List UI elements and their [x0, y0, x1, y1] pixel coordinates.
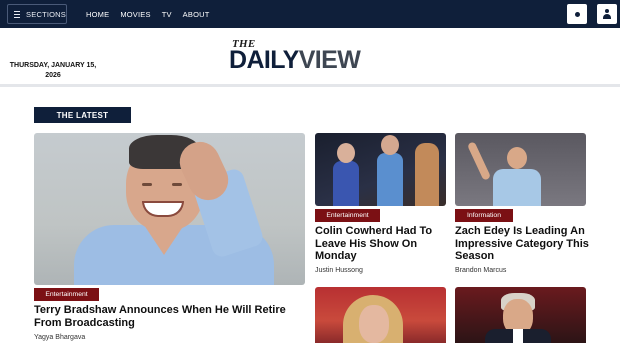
theme-toggle-button[interactable] — [567, 4, 587, 24]
article-image-colin-cowherd[interactable] — [315, 133, 446, 206]
article-image-zach-edey[interactable] — [455, 133, 586, 206]
nav-links: HOME MOVIES TV ABOUT — [86, 0, 210, 28]
article-image-terry-bradshaw[interactable] — [34, 133, 305, 285]
logo-daily: DAILY — [229, 46, 299, 74]
dot-icon — [574, 11, 580, 17]
article-headline[interactable]: Terry Bradshaw Announces When He Will Re… — [34, 304, 304, 329]
article-tag[interactable]: Entertainment — [315, 209, 380, 222]
article-headline[interactable]: Zach Edey Is Leading An Impressive Categ… — [455, 225, 595, 263]
top-nav-bar: SECTIONS HOME MOVIES TV ABOUT — [0, 0, 620, 28]
nav-link-home[interactable]: HOME — [86, 10, 109, 19]
hamburger-icon — [14, 10, 21, 18]
masthead-divider — [0, 84, 620, 87]
article-author[interactable]: Brandon Marcus — [455, 267, 506, 274]
sections-button[interactable]: SECTIONS — [7, 4, 67, 24]
article-tag[interactable]: Information — [455, 209, 513, 222]
section-header: THE LATEST — [34, 107, 131, 123]
logo-view: VIEW — [298, 46, 361, 74]
nav-link-movies[interactable]: MOVIES — [120, 10, 150, 19]
article-headline[interactable]: Colin Cowherd Had To Leave His Show On M… — [315, 225, 447, 263]
article-image-politician[interactable] — [455, 287, 586, 343]
nav-link-tv[interactable]: TV — [162, 10, 172, 19]
logo-wordmark: DAILYVIEW — [229, 46, 361, 74]
article-author[interactable]: Yagya Bhargava — [34, 334, 85, 341]
nav-link-about[interactable]: ABOUT — [183, 10, 210, 19]
article-tag[interactable]: Entertainment — [34, 288, 99, 301]
user-icon — [603, 9, 612, 19]
article-image-sports-anchor[interactable] — [315, 287, 446, 343]
site-logo[interactable]: THE DAILYVIEW — [229, 38, 391, 74]
sections-label: SECTIONS — [26, 9, 66, 19]
account-button[interactable] — [597, 4, 617, 24]
current-date: THURSDAY, JANUARY 15, 2026 — [9, 62, 97, 79]
article-author[interactable]: Justin Hussong — [315, 267, 363, 274]
